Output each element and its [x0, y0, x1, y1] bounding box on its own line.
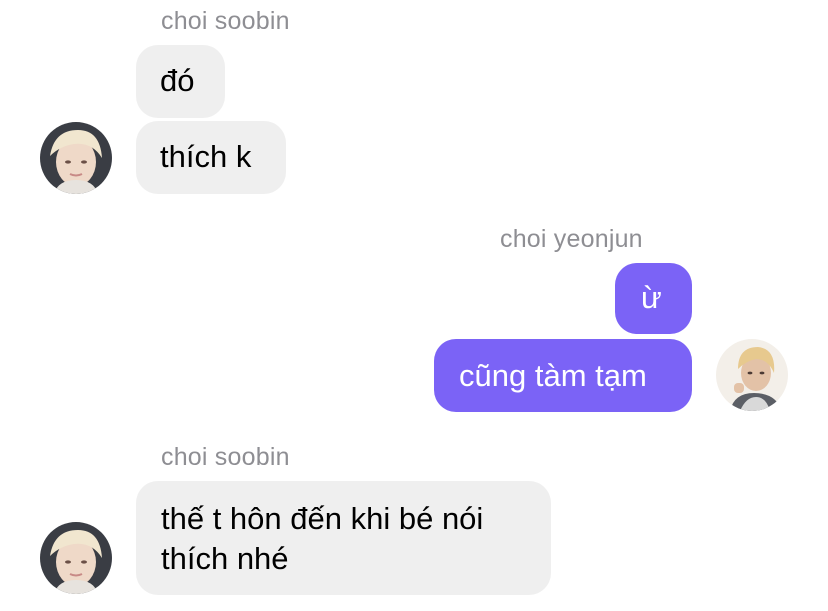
message-bubble[interactable]: cũng tàm tạm: [434, 339, 692, 412]
message-text: ừ: [641, 280, 662, 315]
sender-name: choi soobin: [161, 7, 290, 35]
message-text: đó: [160, 63, 195, 98]
message-bubble[interactable]: thế t hôn đến khi bé nói thích nhé: [136, 481, 551, 595]
chat-thread: choi soobin đó thích k choi yeonjun ừ cũ…: [0, 0, 828, 611]
sender-name: choi yeonjun: [500, 225, 643, 253]
message-bubble[interactable]: ừ: [615, 263, 692, 334]
message-text: cũng tàm tạm: [459, 358, 647, 393]
yeonjun-avatar-icon[interactable]: [716, 339, 788, 411]
message-text: thế t hôn đến khi bé nói: [161, 501, 484, 536]
sender-name: choi soobin: [161, 443, 290, 471]
message-text: thích nhé: [161, 541, 289, 576]
message-bubble[interactable]: đó: [136, 45, 225, 118]
message-bubble[interactable]: thích k: [136, 121, 286, 194]
soobin-avatar-icon[interactable]: [40, 122, 112, 194]
message-text: thích k: [160, 139, 252, 174]
soobin-avatar-icon[interactable]: [40, 522, 112, 594]
